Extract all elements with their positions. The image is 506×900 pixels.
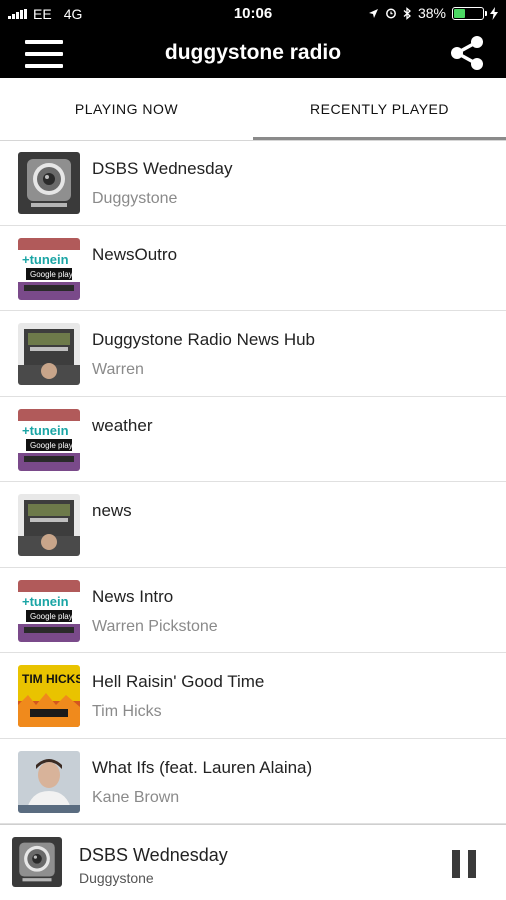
track-artist: Warren (92, 361, 144, 378)
track-artist: Kane Brown (92, 788, 180, 806)
tab-bar: PLAYING NOW RECENTLY PLAYED (0, 78, 506, 141)
status-right: 38% (368, 5, 498, 21)
track-artist: Tim Hicks (92, 703, 162, 720)
track-artist: Duggystone (92, 190, 178, 207)
now-playing-artwork (12, 837, 62, 887)
track-title: NewsOutro (92, 244, 178, 264)
list-item[interactable]: +tunein Google play News Intro Warren Picks… (0, 568, 506, 653)
location-icon (368, 8, 378, 18)
list-item[interactable]: +tunein Google play NewsOutro (0, 226, 506, 311)
track-artwork: +tunein Google play (18, 237, 80, 300)
tab-playing-now[interactable]: PLAYING NOW (0, 78, 253, 140)
share-icon[interactable] (448, 34, 486, 72)
svg-text:TIM HICKS: TIM HICKS (22, 672, 80, 686)
list-item[interactable]: +tunein Google play weather (0, 397, 506, 482)
track-artwork (18, 750, 80, 813)
svg-text:+tunein: +tunein (22, 594, 69, 609)
track-artwork (18, 152, 80, 214)
battery-percent: 38% (417, 5, 446, 21)
svg-text:Google play: Google play (30, 270, 73, 279)
list-item[interactable]: DSBS Wednesday Duggystone (0, 140, 506, 226)
list-item[interactable]: What Ifs (feat. Lauren Alaina) Kane Brown (0, 739, 506, 824)
recently-played-list: DSBS Wednesday Duggystone +tunein Google pl… (0, 140, 506, 824)
list-item[interactable]: TIM HICKS Hell Raisin' Good Time Tim Hicks (0, 653, 506, 739)
svg-text:+tunein: +tunein (22, 423, 69, 438)
list-item[interactable]: Duggystone Radio News Hub Warren (0, 311, 506, 397)
battery-icon (452, 6, 487, 20)
track-title: weather (92, 415, 153, 435)
now-playing-bar[interactable]: DSBS Wednesday Duggystone (0, 824, 506, 900)
pause-icon[interactable] (452, 850, 476, 878)
track-artist: Warren Pickstone (92, 617, 218, 635)
now-playing-artist: Duggystone (79, 870, 154, 886)
bluetooth-icon (403, 6, 411, 20)
status-bar: EE 4G 10:06 38% (0, 0, 506, 28)
track-artwork: +tunein Google play (18, 579, 80, 642)
now-playing-title: DSBS Wednesday (79, 845, 228, 865)
track-title: Duggystone Radio News Hub (92, 330, 316, 349)
track-title: news (92, 501, 132, 520)
svg-text:Google play: Google play (30, 441, 73, 450)
track-title: News Intro (92, 586, 174, 606)
svg-text:+tunein: +tunein (22, 252, 69, 267)
tab-recently-played[interactable]: RECENTLY PLAYED (253, 78, 506, 140)
track-title: Hell Raisin' Good Time (92, 672, 265, 691)
track-artwork: TIM HICKS (18, 665, 80, 727)
track-title: What Ifs (feat. Lauren Alaina) (92, 757, 313, 777)
app-title: duggystone radio (164, 41, 342, 64)
track-artwork (18, 494, 80, 556)
charging-icon (490, 6, 498, 20)
app-header: duggystone radio (0, 28, 506, 78)
alarm-icon (386, 8, 396, 19)
track-artwork: +tunein Google play (18, 408, 80, 471)
svg-text:Google play: Google play (30, 612, 73, 621)
track-title: DSBS Wednesday (92, 159, 233, 178)
track-artwork (18, 323, 80, 385)
list-item[interactable]: news (0, 482, 506, 568)
